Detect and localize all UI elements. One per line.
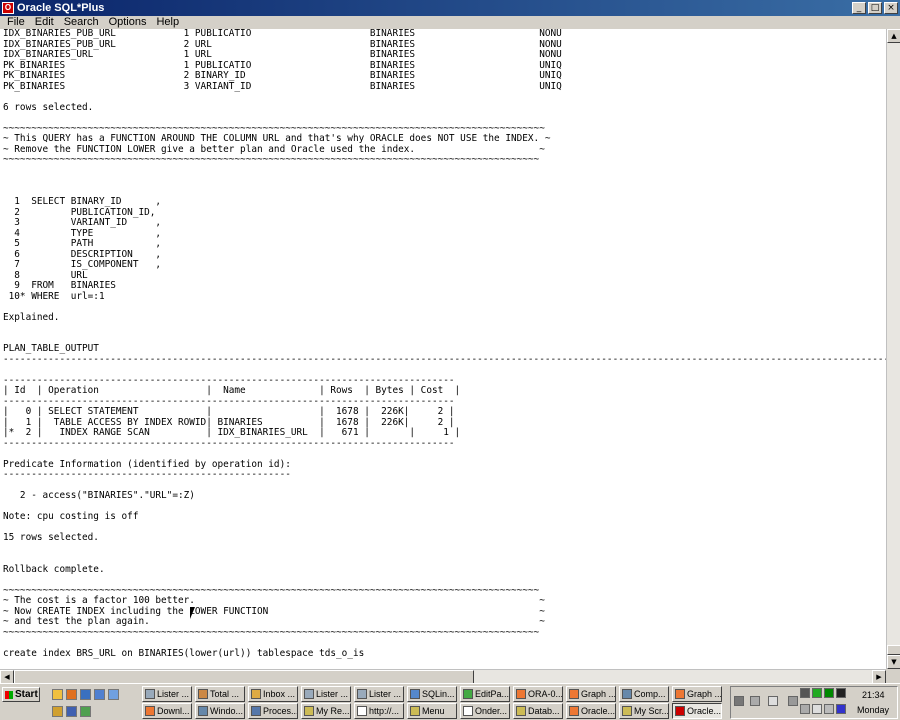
scroll-right-icon[interactable]: ▶ xyxy=(872,670,886,684)
task-http[interactable]: http://... xyxy=(354,703,404,719)
window-icon xyxy=(569,689,579,699)
task-lister-2[interactable]: Lister ... xyxy=(301,686,351,702)
console-output: IDX_BINARIES_PUB_URL 1 PUBLICATIO BINARI… xyxy=(3,29,886,669)
task-windows[interactable]: Windo... xyxy=(195,703,245,719)
scroll-left-icon[interactable]: ◀ xyxy=(0,670,14,684)
tray-arrows-icon[interactable] xyxy=(788,696,798,706)
window-icon xyxy=(198,689,208,699)
tray-display-icon[interactable] xyxy=(836,688,846,698)
task-graph-1[interactable]: Graph ... xyxy=(566,686,616,702)
task-datab[interactable]: Datab... xyxy=(513,703,563,719)
quicklaunch-explorer-icon[interactable] xyxy=(52,706,63,717)
taskbar: Start Lister ... Total ... Inbox ... Lis… xyxy=(0,683,900,720)
window-icon xyxy=(410,689,420,699)
tray-app-icon[interactable] xyxy=(800,688,810,698)
task-sqlin[interactable]: SQLin... xyxy=(407,686,457,702)
tray-sync-icon[interactable] xyxy=(800,704,810,714)
start-label: Start xyxy=(15,689,38,700)
quicklaunch-mail-icon[interactable] xyxy=(94,689,105,700)
quicklaunch-folder-icon[interactable] xyxy=(52,689,63,700)
window-icon xyxy=(516,689,526,699)
menu-edit[interactable]: Edit xyxy=(30,16,59,29)
menu-help[interactable]: Help xyxy=(151,16,184,29)
window-titlebar[interactable]: O Oracle SQL*Plus _ □ × xyxy=(0,0,900,16)
tray-monitor-icon[interactable] xyxy=(824,688,834,698)
window-icon xyxy=(198,706,208,716)
window-icon xyxy=(463,706,473,716)
task-total[interactable]: Total ... xyxy=(195,686,245,702)
tray-help-icon[interactable] xyxy=(768,696,778,706)
window-icon xyxy=(622,689,632,699)
task-editpad[interactable]: EditPa... xyxy=(460,686,510,702)
quicklaunch-desktop-icon[interactable] xyxy=(108,689,119,700)
task-download[interactable]: Downl... xyxy=(142,703,192,719)
quicklaunch-app-icon[interactable] xyxy=(66,706,77,717)
menu-options[interactable]: Options xyxy=(104,16,152,29)
task-onder[interactable]: Onder... xyxy=(460,703,510,719)
menu-search[interactable]: Search xyxy=(59,16,104,29)
window-icon xyxy=(304,689,314,699)
window-icon xyxy=(622,706,632,716)
close-button[interactable]: × xyxy=(884,2,898,14)
window-icon xyxy=(516,706,526,716)
horizontal-scroll-thumb[interactable] xyxy=(14,670,474,684)
minimize-button[interactable]: _ xyxy=(852,2,866,14)
task-oracle-1[interactable]: Oracle... xyxy=(566,703,616,719)
window-icon xyxy=(675,706,685,716)
window-icon xyxy=(145,689,155,699)
quicklaunch-tool-icon[interactable] xyxy=(80,706,91,717)
task-oracle-2[interactable]: Oracle... xyxy=(672,703,722,719)
start-button[interactable]: Start xyxy=(2,687,40,702)
task-my-scr[interactable]: My Scr... xyxy=(619,703,669,719)
task-lister-1[interactable]: Lister ... xyxy=(142,686,192,702)
task-ora[interactable]: ORA-0... xyxy=(513,686,563,702)
mouse-cursor-icon xyxy=(190,607,200,619)
clock-time[interactable]: 21:34 xyxy=(862,690,885,700)
menu-file[interactable]: File xyxy=(2,16,30,29)
oracle-app-icon: O xyxy=(2,2,14,14)
window-icon xyxy=(463,689,473,699)
window-icon xyxy=(357,706,367,716)
scrollbar-corner xyxy=(886,669,900,683)
window-icon xyxy=(251,706,261,716)
task-menu[interactable]: Menu xyxy=(407,703,457,719)
task-comp[interactable]: Comp... xyxy=(619,686,669,702)
tray-status-icon[interactable] xyxy=(812,688,822,698)
tray-clock-icon[interactable] xyxy=(812,704,822,714)
task-graph-2[interactable]: Graph ... xyxy=(672,686,722,702)
clock-day: Monday xyxy=(857,705,890,715)
task-lister-3[interactable]: Lister ... xyxy=(354,686,404,702)
tray-shield-icon[interactable] xyxy=(824,704,834,714)
quicklaunch-browser-icon[interactable] xyxy=(80,689,91,700)
window-icon xyxy=(251,689,261,699)
scroll-up-icon[interactable]: ▲ xyxy=(887,29,900,43)
maximize-button[interactable]: □ xyxy=(868,2,882,14)
window-title: Oracle SQL*Plus xyxy=(17,2,105,14)
window-icon xyxy=(569,706,579,716)
window-icon xyxy=(357,689,367,699)
quicklaunch-firefox-icon[interactable] xyxy=(66,689,77,700)
horizontal-scrollbar[interactable]: ◀ ▶ xyxy=(0,669,886,684)
task-inbox[interactable]: Inbox ... xyxy=(248,686,298,702)
task-my-re[interactable]: My Re... xyxy=(301,703,351,719)
windows-flag-icon xyxy=(5,691,13,699)
tray-network-icon[interactable] xyxy=(750,696,760,706)
task-process[interactable]: Proces... xyxy=(248,703,298,719)
window-icon xyxy=(304,706,314,716)
window-icon xyxy=(675,689,685,699)
tray-tool-icon[interactable] xyxy=(734,696,744,706)
menu-bar: File Edit Search Options Help xyxy=(0,16,900,29)
tray-play-icon[interactable] xyxy=(836,704,846,714)
scroll-down-icon[interactable]: ▼ xyxy=(887,655,900,669)
sqlplus-console[interactable]: IDX_BINARIES_PUB_URL 1 PUBLICATIO BINARI… xyxy=(0,29,886,669)
vertical-scrollbar[interactable]: ▲ ▼ xyxy=(886,29,900,669)
window-icon xyxy=(410,706,420,716)
vertical-scroll-thumb[interactable] xyxy=(887,645,900,655)
window-icon xyxy=(145,706,155,716)
